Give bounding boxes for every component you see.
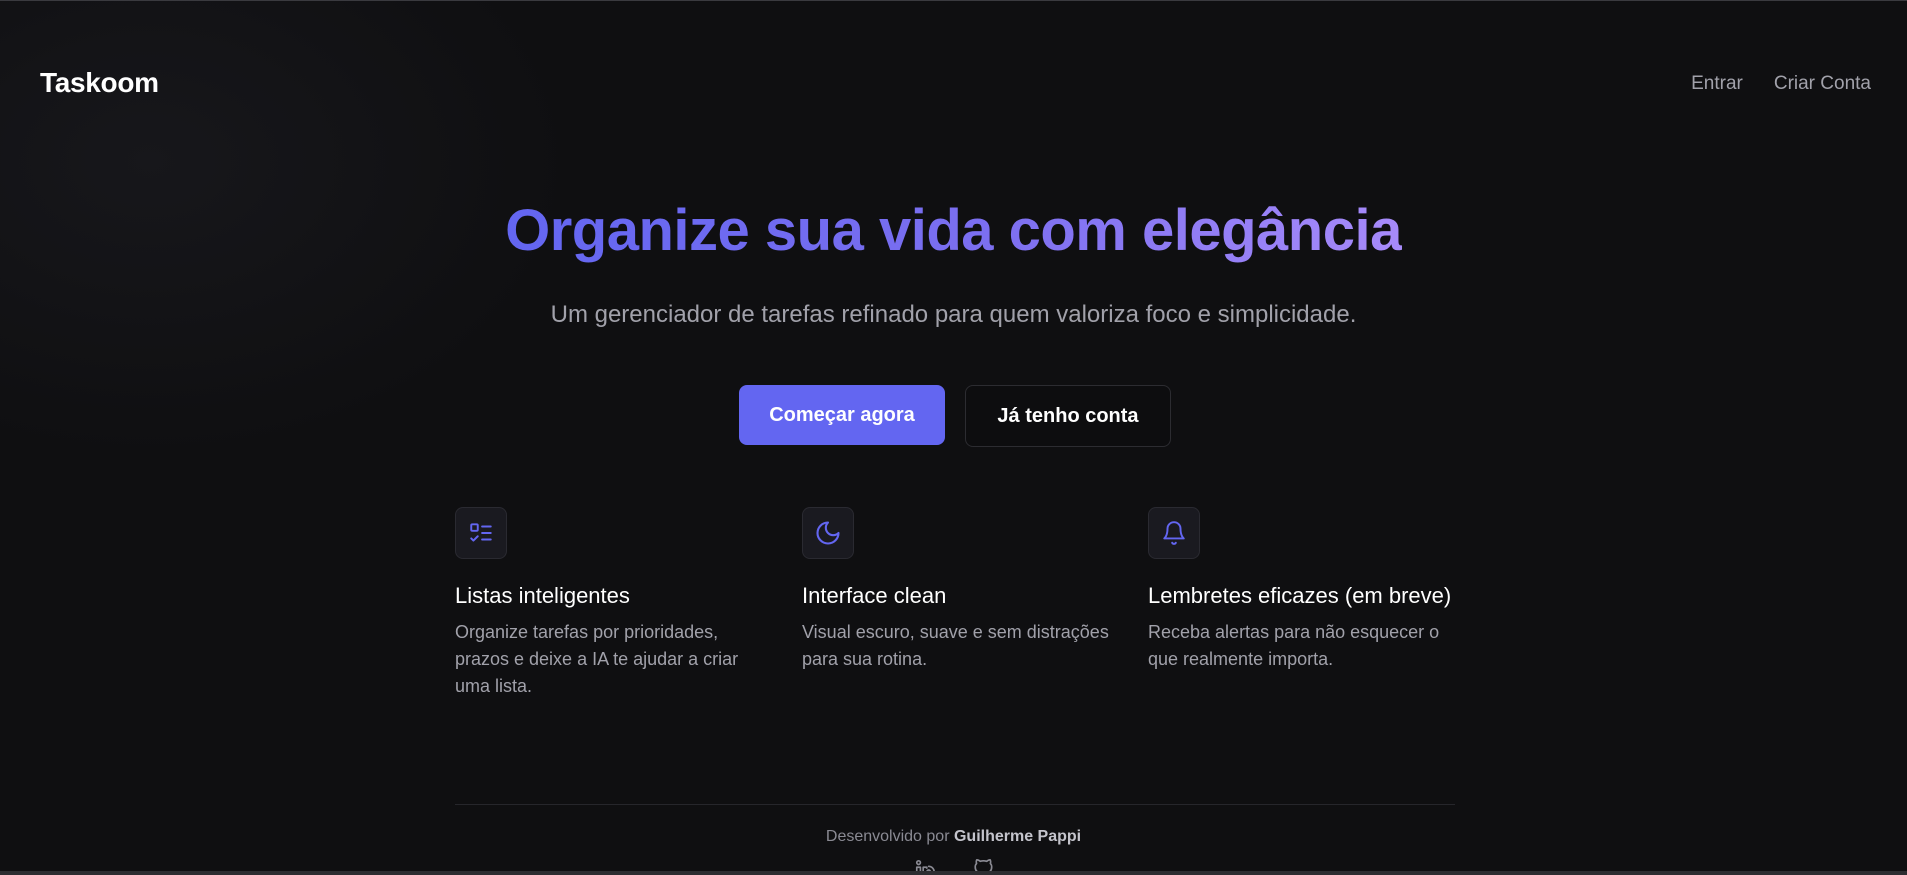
start-now-button[interactable]: Começar agora bbox=[739, 385, 945, 445]
feature-title: Lembretes eficazes (em breve) bbox=[1148, 583, 1452, 608]
hero-title-text: Organize sua vida com elegância bbox=[505, 198, 1402, 263]
footer-divider bbox=[455, 804, 1455, 805]
bell-icon bbox=[1148, 507, 1200, 559]
feature-card-smart-lists: Listas inteligentes Organize tarefas por… bbox=[455, 507, 765, 700]
feature-description: Receba alertas para não esquecer o que r… bbox=[1148, 622, 1440, 669]
feature-description: Visual escuro, suave e sem distrações pa… bbox=[802, 622, 1109, 669]
top-nav: Entrar Criar Conta bbox=[1691, 73, 1871, 95]
list-check-icon bbox=[455, 507, 507, 559]
footer-credit: Desenvolvido por Guilherme Pappi bbox=[0, 828, 1907, 846]
footer-prefix: Desenvolvido por bbox=[825, 828, 950, 845]
hero-title: Organize sua vida com elegância bbox=[0, 197, 1907, 264]
signup-link[interactable]: Criar Conta bbox=[1774, 73, 1871, 95]
feature-title: Interface clean bbox=[802, 583, 947, 608]
bottom-edge bbox=[0, 871, 1907, 875]
feature-card-clean-interface: Interface clean Visual escuro, suave e s… bbox=[802, 507, 1112, 673]
moon-icon bbox=[802, 507, 854, 559]
have-account-button[interactable]: Já tenho conta bbox=[965, 385, 1171, 447]
login-link[interactable]: Entrar bbox=[1691, 73, 1743, 95]
feature-title: Listas inteligentes bbox=[455, 583, 630, 608]
hero-subtitle: Um gerenciador de tarefas refinado para … bbox=[550, 301, 1357, 328]
logo[interactable]: Taskoom bbox=[40, 67, 159, 99]
author-name: Guilherme Pappi bbox=[953, 828, 1082, 845]
feature-card-reminders: Lembretes eficazes (em breve) Receba ale… bbox=[1148, 507, 1458, 673]
header: Taskoom Entrar Criar Conta bbox=[0, 1, 1907, 171]
feature-description: Organize tarefas por prioridades, prazos… bbox=[455, 622, 739, 696]
